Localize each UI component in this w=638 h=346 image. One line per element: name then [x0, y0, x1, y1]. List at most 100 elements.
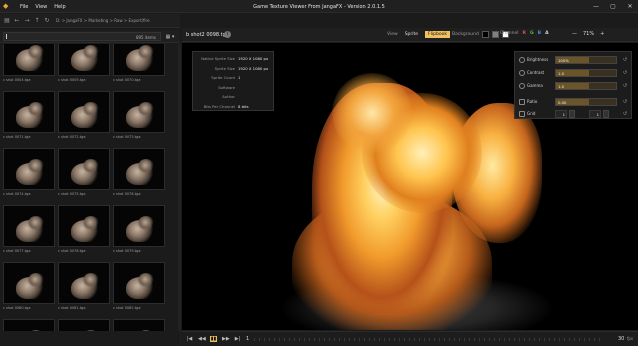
timeline-scrubber[interactable]: [254, 338, 604, 341]
thumbnail-item[interactable]: c shot 0075.tga: [58, 148, 110, 196]
folder-icon[interactable]: ▤: [3, 17, 11, 25]
fast-forward-icon[interactable]: ▶▶: [222, 336, 230, 342]
channel-g-toggle[interactable]: G: [530, 31, 534, 36]
rewind-icon[interactable]: ◀◀: [198, 336, 206, 342]
grid-lock-icon[interactable]: [603, 110, 609, 118]
current-frame[interactable]: 1: [246, 336, 249, 342]
grid-x-field[interactable]: 1: [555, 110, 567, 118]
current-file-name: b shot2 0098.tga: [186, 32, 229, 38]
property-row: Sprite Size 1920 X 1080 px: [193, 64, 275, 72]
thumbnail-item[interactable]: c shot 0080.tga: [3, 262, 55, 310]
thumbnail-item[interactable]: c shot 0071.tga: [3, 91, 55, 139]
search-field[interactable]: 895 items: [3, 32, 161, 41]
gamma-icon: [519, 83, 525, 89]
thumbnail-item[interactable]: c shot 0074.tga: [3, 148, 55, 196]
reset-icon[interactable]: ↺: [621, 69, 629, 77]
thumbnail-scrollbar[interactable]: [178, 44, 181, 346]
refresh-icon[interactable]: ↻: [43, 17, 51, 25]
playback-bar: |◀ ◀◀ ▮▮ ▶▶ ▶| 1 30 fps: [182, 331, 638, 346]
first-frame-icon[interactable]: |◀: [186, 336, 193, 342]
smoke-preview-top: [138, 273, 154, 287]
zoom-in-icon[interactable]: +: [600, 31, 604, 37]
thumbnail-image: [58, 44, 110, 76]
thumbnail-image: [113, 91, 165, 133]
up-arrow-icon[interactable]: ↑: [33, 17, 41, 25]
fps-value[interactable]: 30: [618, 336, 624, 342]
pause-icon[interactable]: ▮▮: [210, 336, 217, 342]
thumbnail-item[interactable]: c shot 0004.tga: [3, 44, 55, 82]
background-black-swatch[interactable]: [481, 31, 489, 38]
thumbnail-item[interactable]: c shot 0072.tga: [58, 91, 110, 139]
grid-link-icon[interactable]: [569, 110, 575, 118]
zoom-level[interactable]: 71%: [583, 31, 594, 37]
smoke-preview-top: [83, 273, 99, 287]
view-flipbook-button[interactable]: Flipbook: [425, 31, 450, 38]
thumbnail-label: c shot 0076.tga: [113, 192, 141, 196]
grid-label: Grid: [527, 111, 536, 116]
smoke-preview-top: [138, 159, 154, 173]
smoke-preview-top: [28, 159, 44, 173]
adjustment-slider[interactable]: 1.0: [555, 82, 617, 90]
adjustment-slider[interactable]: 0.00: [555, 98, 617, 106]
thumbnail-label: c shot 0082.tga: [113, 306, 141, 310]
property-value: 1920 X 1080 px: [238, 56, 269, 61]
thumbnail-item[interactable]: c shot 0073.tga: [113, 91, 165, 139]
background-gray-swatch[interactable]: [491, 31, 499, 38]
grid-icon: [519, 111, 525, 117]
channel-a-toggle[interactable]: A: [545, 31, 548, 36]
minimize-icon[interactable]: —: [592, 3, 600, 10]
thumbnail-item[interactable]: c shot 0070.tga: [113, 44, 165, 82]
thumbnail-item[interactable]: c shot 0082.tga: [113, 262, 165, 310]
info-icon[interactable]: i: [224, 31, 231, 38]
property-key: Sprite Count: [211, 75, 235, 80]
thumbnail-image: [58, 148, 110, 190]
reset-icon[interactable]: ↺: [621, 98, 629, 106]
property-row: Sprite Count 1: [193, 73, 275, 81]
reset-icon[interactable]: ↺: [621, 82, 629, 90]
adjustment-slider[interactable]: 1.0: [555, 69, 617, 77]
thumbnail-label: c shot 0070.tga: [113, 78, 141, 82]
property-key: Bits Per Channel: [203, 103, 235, 109]
breadcrumb[interactable]: D: > JangaFX > Marketing > Raw > Export/…: [56, 18, 150, 23]
thumbnail-item[interactable]: c shot 0078.tga: [58, 205, 110, 253]
grid-reset-icon[interactable]: ↺: [621, 110, 629, 118]
maximize-icon[interactable]: ▢: [609, 3, 617, 10]
zoom-out-icon[interactable]: —: [572, 31, 577, 37]
thumbnail-image: [3, 205, 55, 247]
smoke-preview-top: [28, 216, 44, 230]
last-frame-icon[interactable]: ▶|: [234, 336, 241, 342]
thumbnail-item[interactable]: c shot 0081.tga: [58, 262, 110, 310]
item-count: 895 items: [135, 35, 156, 40]
grid-view-toggle-icon[interactable]: ▦ ▾: [164, 33, 176, 41]
adjustment-value: 0.00: [558, 100, 567, 105]
close-icon[interactable]: ✕: [626, 3, 634, 10]
forward-arrow-icon[interactable]: →: [23, 17, 31, 25]
channel-r-toggle[interactable]: R: [522, 31, 525, 36]
view-sprite-button[interactable]: Sprite: [402, 31, 421, 38]
playback-controls: |◀ ◀◀ ▮▮ ▶▶ ▶|: [186, 336, 241, 342]
grid-y-field[interactable]: 1: [589, 110, 601, 118]
thumbnail-label: c shot 0077.tga: [3, 249, 31, 253]
search-input[interactable]: [10, 33, 130, 40]
adjustment-slider[interactable]: 100%: [555, 56, 617, 64]
back-arrow-icon[interactable]: ←: [13, 17, 21, 25]
viewer-toolbar: b shot2 0098.tga i View Sprite Flipbook …: [182, 28, 638, 42]
thumbnail-item[interactable]: c shot 0079.tga: [113, 205, 165, 253]
thumbnail-item[interactable]: c shot 0005.tga: [58, 44, 110, 82]
adjustment-row: Brightness 100% ↺: [515, 54, 633, 66]
property-key: Sprite Size: [214, 65, 235, 71]
thumbnail-item[interactable]: c shot 0077.tga: [3, 205, 55, 253]
smoke-preview-top: [83, 216, 99, 230]
property-value: 1: [238, 75, 241, 80]
adjustment-row: Ratio 0.00 ↺: [515, 96, 633, 108]
adjustment-label: Gamma: [527, 83, 543, 88]
thumbnail-item[interactable]: c shot 0076.tga: [113, 148, 165, 196]
text-caret: [6, 34, 7, 39]
reset-icon[interactable]: ↺: [621, 56, 629, 64]
adjustment-value: 1.0: [558, 71, 565, 76]
channel-b-toggle[interactable]: B: [538, 31, 541, 36]
title-bar: ◆ File View Help Game Texture Viewer Fro…: [0, 0, 638, 13]
adjustment-value: 100%: [558, 58, 569, 63]
thumbnail-image: [58, 262, 110, 304]
thumbnail-image: [113, 148, 165, 190]
